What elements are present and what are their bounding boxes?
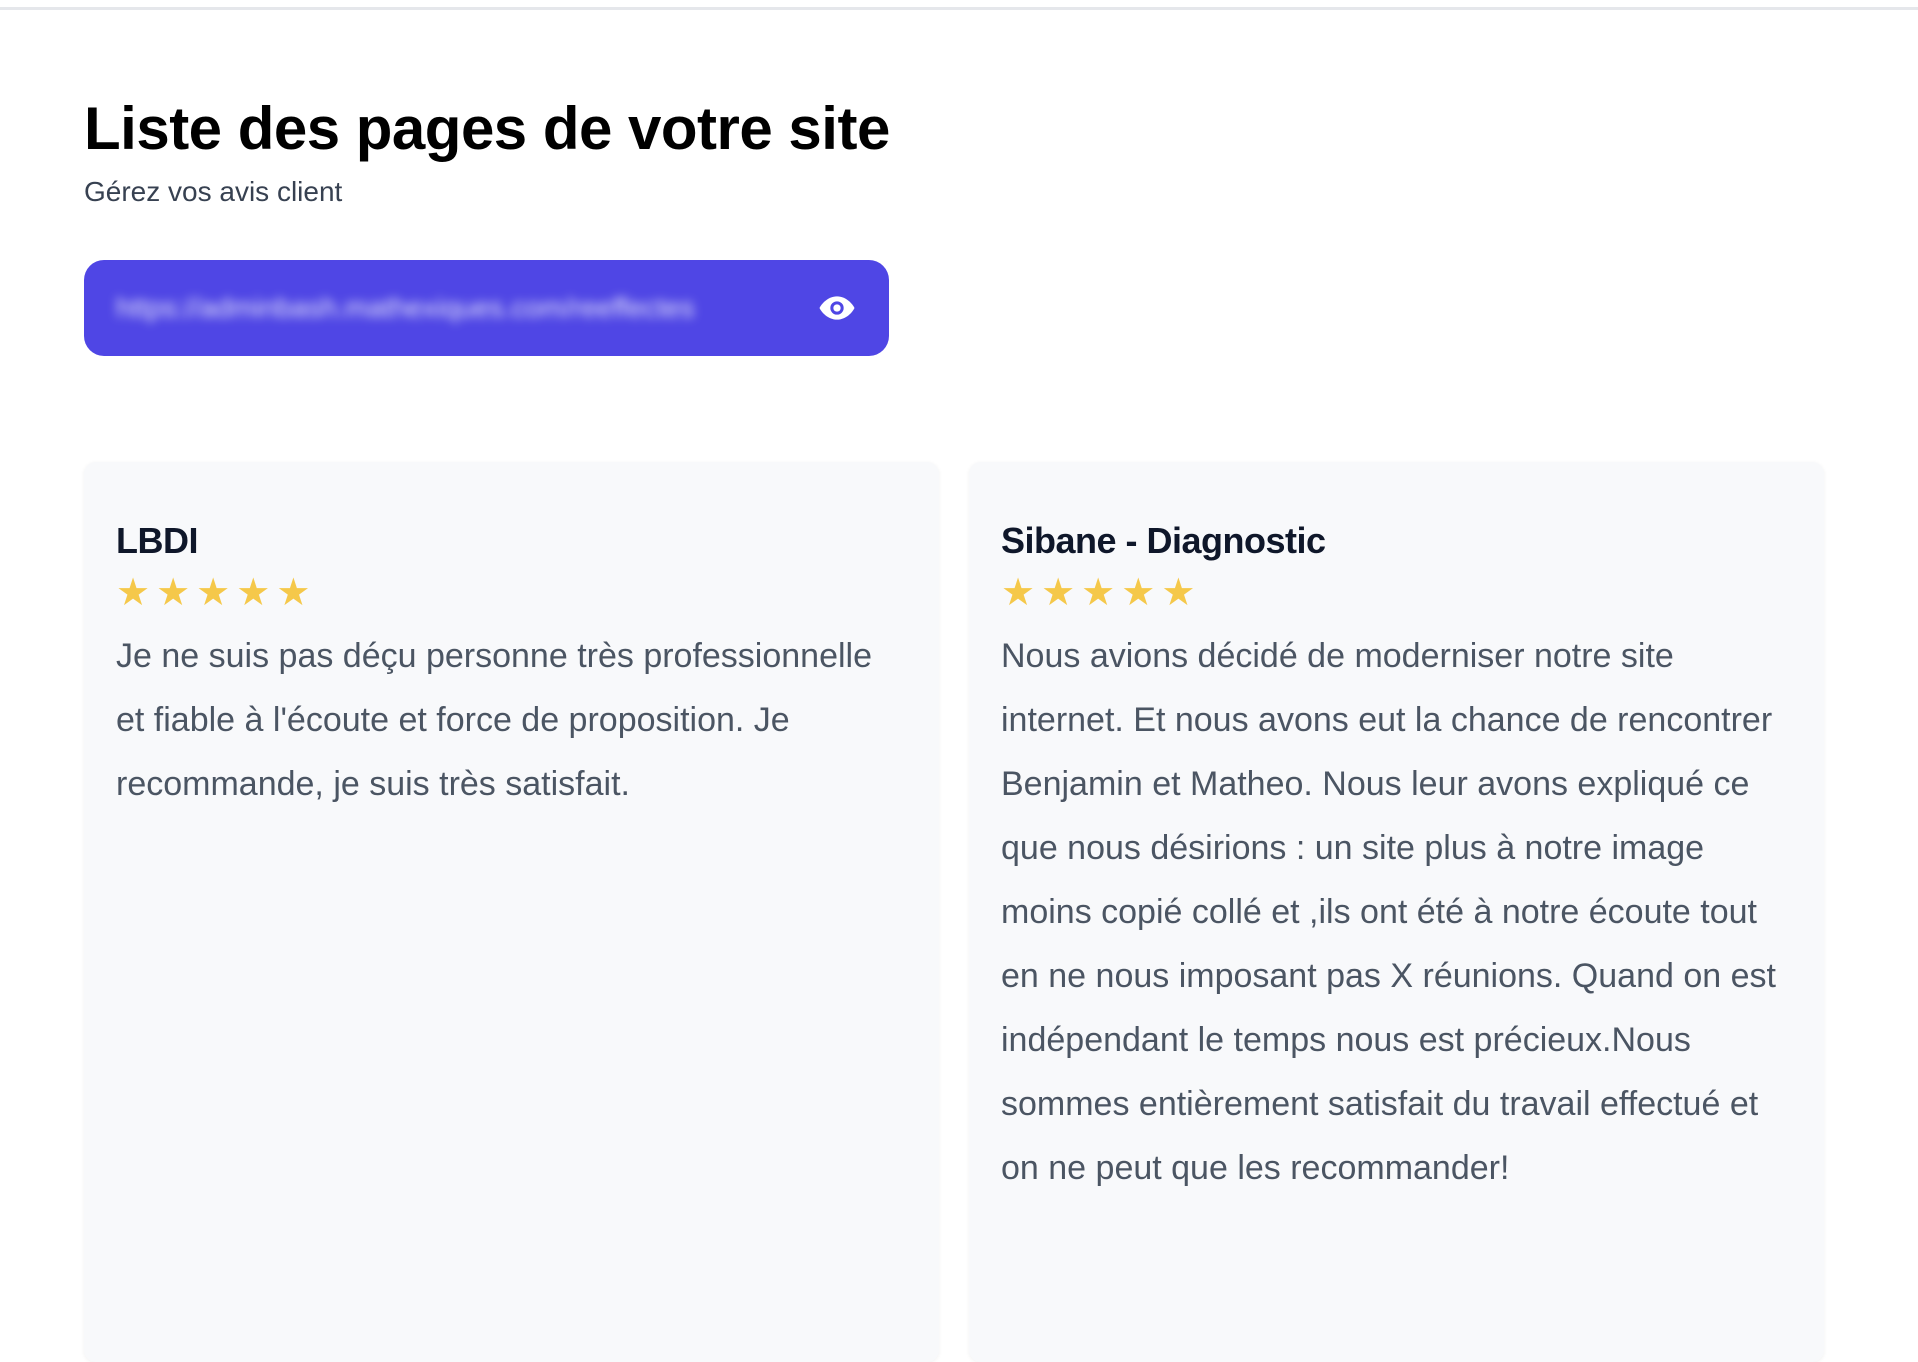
star-icon: ★ bbox=[116, 570, 151, 614]
review-card: LBDI ★ ★ ★ ★ ★ Je ne suis pas déçu perso… bbox=[84, 462, 939, 1362]
star-rating: ★ ★ ★ ★ ★ bbox=[116, 572, 907, 612]
site-url-bar[interactable]: https://adminbash.mathexiques.com/reeffe… bbox=[84, 260, 889, 356]
review-card: Sibane - Diagnostic ★ ★ ★ ★ ★ Nous avion… bbox=[969, 462, 1824, 1362]
page-title: Liste des pages de votre site bbox=[84, 95, 890, 162]
review-author: LBDI bbox=[116, 520, 199, 561]
star-icon: ★ bbox=[1041, 570, 1076, 614]
star-icon: ★ bbox=[1081, 570, 1116, 614]
star-icon: ★ bbox=[236, 570, 271, 614]
star-icon: ★ bbox=[196, 570, 231, 614]
eye-icon[interactable] bbox=[815, 286, 859, 330]
star-icon: ★ bbox=[1001, 570, 1036, 614]
top-border bbox=[0, 0, 1918, 10]
site-url-text[interactable]: https://adminbash.mathexiques.com/reeffe… bbox=[114, 292, 815, 324]
review-author: Sibane - Diagnostic bbox=[1001, 520, 1326, 561]
star-rating: ★ ★ ★ ★ ★ bbox=[1001, 572, 1792, 612]
star-icon: ★ bbox=[276, 570, 311, 614]
review-text: Je ne suis pas déçu personne très profes… bbox=[116, 637, 873, 803]
page-subtitle: Gérez vos avis client bbox=[84, 176, 343, 207]
page-header: Liste des pages de votre site Gérez vos … bbox=[84, 90, 890, 210]
star-icon: ★ bbox=[156, 570, 191, 614]
reviews-list: LBDI ★ ★ ★ ★ ★ Je ne suis pas déçu perso… bbox=[84, 462, 1824, 1362]
review-text: Nous avions décidé de moderniser notre s… bbox=[1001, 637, 1776, 1187]
star-icon: ★ bbox=[1161, 570, 1196, 614]
star-icon: ★ bbox=[1121, 570, 1156, 614]
